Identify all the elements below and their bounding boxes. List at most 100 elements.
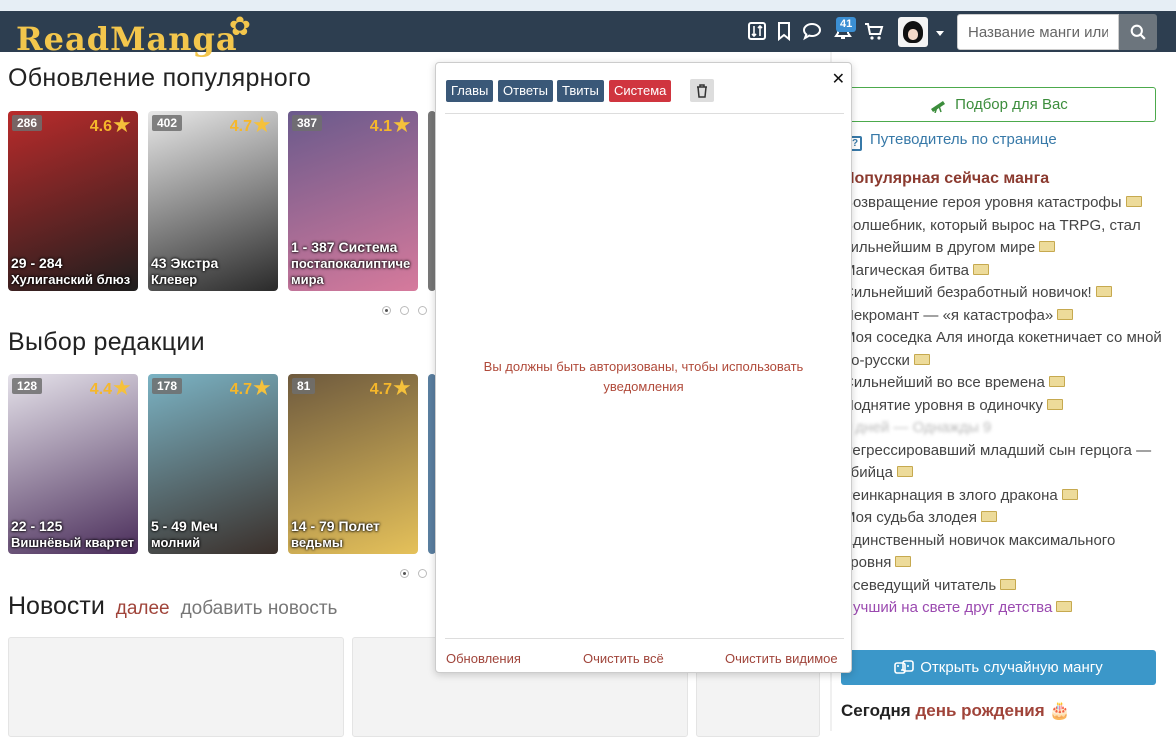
manga-card[interactable]: 128 4.4 ★ 22 - 125 Вишнёвый квартет xyxy=(8,374,138,554)
popular-now-item[interactable]: Лучший на свете друг детства xyxy=(843,597,1163,620)
close-icon[interactable]: ✕ xyxy=(832,69,845,89)
news-card[interactable] xyxy=(8,637,344,737)
news-add-link[interactable]: добавить новость xyxy=(181,598,338,619)
cart-icon[interactable] xyxy=(863,20,885,42)
manga-card[interactable]: 178 4.7 ★ 5 - 49 Меч молний xyxy=(148,374,278,554)
avatar[interactable] xyxy=(898,17,928,47)
manga-card[interactable]: 387 4.1 ★ 1 - 387 Система постапокалиптиче м… xyxy=(288,111,418,291)
popular-now-item[interactable]: Магическая битва xyxy=(843,260,1163,283)
birthday-accent[interactable]: день рождения xyxy=(915,701,1044,720)
rating-value: 4.1 xyxy=(369,118,392,135)
popular-now-item-label: Реинкарнация в злого дракона xyxy=(843,486,1058,504)
dice-icon xyxy=(894,659,915,674)
card-caption: 22 - 125 Вишнёвый квартет xyxy=(11,518,136,551)
chapter-count-badge: 178 xyxy=(152,378,183,394)
card-chapters: 22 - 125 xyxy=(11,518,63,534)
popular-now-item[interactable]: Возвращение героя уровня катастрофы xyxy=(843,192,1163,215)
carousel-dot[interactable] xyxy=(400,306,409,315)
random-manga-button-label: Открыть случайную мангу xyxy=(920,659,1103,676)
card-caption: 5 - 49 Меч молний xyxy=(151,518,276,551)
popular-now-item-label: Регрессировавший младший сын герцога — у… xyxy=(843,441,1152,482)
card-chapters: 5 - 49 Меч xyxy=(151,518,218,534)
popular-now-item[interactable]: 9 дней — Однажды 9 xyxy=(843,417,1163,440)
popular-now-item[interactable]: Регрессировавший младший сын герцога — у… xyxy=(843,440,1163,485)
card-chapters: 1 - 387 Система xyxy=(291,239,398,255)
card-chapters: 14 - 79 Полет xyxy=(291,518,380,534)
editors-choice-title: Выбор редакции xyxy=(8,328,205,356)
recommendations-button-label: Подбор для Вас xyxy=(955,96,1068,113)
guide-link[interactable]: ? Путеводитель по странице xyxy=(848,131,1057,151)
clear-all-link[interactable]: Очистить всё xyxy=(583,651,664,666)
bookmark-icon[interactable] xyxy=(773,20,795,42)
popular-now-item[interactable]: Волшебник, который вырос на TRPG, стал с… xyxy=(843,215,1163,260)
popular-now-item[interactable]: Моя судьба злодея xyxy=(843,507,1163,530)
carousel-dot[interactable] xyxy=(400,569,409,578)
chevron-down-icon[interactable] xyxy=(936,31,944,36)
card-chapters: 43 Экстра xyxy=(151,255,219,271)
image-icon xyxy=(1056,601,1073,612)
star-icon: ★ xyxy=(252,375,272,400)
popular-now-item[interactable]: Моя соседка Аля иногда кокетничает со мн… xyxy=(843,327,1163,372)
guide-link-label: Путеводитель по странице xyxy=(870,131,1057,148)
popular-now-item-label: Возвращение героя уровня катастрофы xyxy=(843,194,1122,211)
popular-now-item[interactable]: Поднятие уровня в одиночку xyxy=(843,395,1163,418)
image-icon xyxy=(895,556,912,567)
tab-chapters[interactable]: Главы xyxy=(446,80,494,102)
telescope-icon xyxy=(931,100,946,113)
chapter-count-badge: 128 xyxy=(12,378,43,394)
image-icon xyxy=(1095,286,1112,297)
popular-now-item[interactable]: Сильнейший во все времена xyxy=(843,372,1163,395)
popular-now-item-label: Единственный новичок максимального уровн… xyxy=(843,531,1116,572)
manga-card[interactable]: 81 4.7 ★ 14 - 79 Полет ведьмы xyxy=(288,374,418,554)
star-icon: ★ xyxy=(112,112,132,137)
image-icon xyxy=(1000,578,1017,590)
card-title: ведьмы xyxy=(291,535,344,550)
popular-now-item[interactable]: Реинкарнация в злого дракона xyxy=(843,485,1163,508)
manga-card[interactable]: 402 4.7 ★ 43 Экстра Клевер xyxy=(148,111,278,291)
avatar-image xyxy=(903,21,923,43)
recommendations-button[interactable]: Подбор для Вас xyxy=(841,87,1156,122)
popular-now-item-label: Поднятие уровня в одиночку xyxy=(843,396,1043,414)
popular-now-item-label: Лучший на свете друг детства xyxy=(843,599,1053,616)
image-icon xyxy=(913,353,930,365)
card-title: Хулиганский блюз xyxy=(11,272,131,287)
popular-now-title: Популярная сейчас манга xyxy=(843,170,1050,187)
logo[interactable]: ReadManga xyxy=(16,21,238,57)
carousel-dot[interactable] xyxy=(418,569,427,578)
updates-link[interactable]: Обновления xyxy=(446,651,521,666)
search-button[interactable] xyxy=(1119,14,1157,50)
rating-value: 4.6 xyxy=(89,118,112,135)
card-caption: 1 - 387 Система постапокалиптиче мира xyxy=(291,239,416,288)
chapter-count-badge: 286 xyxy=(12,115,43,131)
popular-now-item-label: Некромант — «я катастрофа» xyxy=(843,306,1054,324)
logo-text: ReadManga xyxy=(16,20,238,58)
carousel-dot[interactable] xyxy=(382,306,391,315)
popular-now-item-label: Моя судьба злодея xyxy=(843,509,977,526)
popular-now-item[interactable]: Некромант — «я катастрофа» xyxy=(843,305,1163,328)
tab-replies[interactable]: Ответы xyxy=(498,80,553,102)
card-title: Клевер xyxy=(151,272,198,287)
trash-button[interactable] xyxy=(690,79,714,102)
chapter-count-badge: 402 xyxy=(152,115,183,131)
popular-updates-title: Обновление популярного xyxy=(8,64,312,92)
rating-value: 4.7 xyxy=(229,118,252,135)
popular-now-item[interactable]: Всеведущий читатель xyxy=(843,575,1163,598)
carousel-dot[interactable] xyxy=(418,306,427,315)
manga-card[interactable]: 286 4.6 ★ 29 - 284 Хулиганский блюз xyxy=(8,111,138,291)
popular-now-item[interactable]: Сильнейший безработный новичок! xyxy=(843,282,1163,305)
notifications-badge: 41 xyxy=(836,17,857,32)
rating-value: 4.7 xyxy=(229,381,252,398)
birthday-heading: Сегодня день рождения 🎂 xyxy=(841,701,1071,721)
star-icon: ★ xyxy=(392,375,412,400)
star-icon: ★ xyxy=(252,112,272,137)
news-more-link[interactable]: далее xyxy=(116,598,170,619)
popular-now-item-label: Магическая битва xyxy=(843,261,970,279)
random-swap-icon[interactable] xyxy=(746,20,768,42)
random-manga-button[interactable]: Открыть случайную мангу xyxy=(841,650,1156,685)
tab-tweets[interactable]: Твиты xyxy=(557,80,604,102)
search-input[interactable] xyxy=(957,14,1119,50)
clear-visible-link[interactable]: Очистить видимое xyxy=(725,651,838,666)
popular-now-item[interactable]: Единственный новичок максимального уровн… xyxy=(843,530,1163,575)
chat-icon[interactable] xyxy=(801,20,823,42)
tab-system[interactable]: Система xyxy=(609,80,672,102)
